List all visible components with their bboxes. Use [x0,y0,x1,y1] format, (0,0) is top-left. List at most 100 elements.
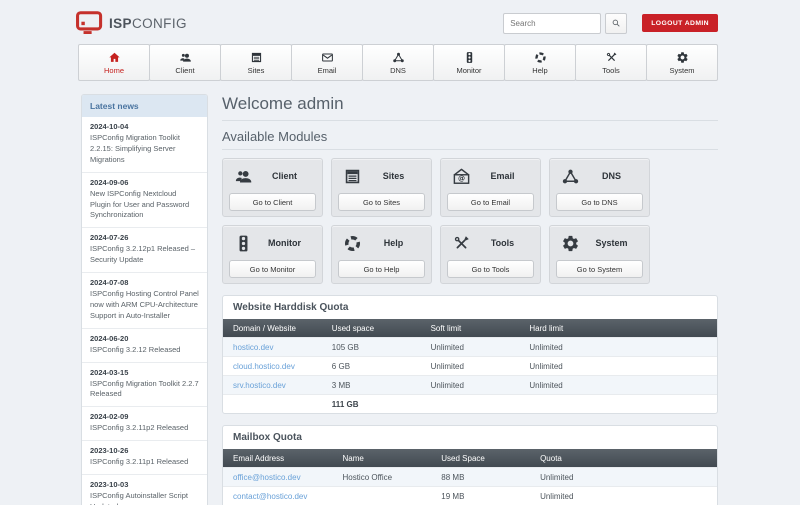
tab-home[interactable]: Home [78,44,150,81]
news-item[interactable]: 2023-10-03 ISPConfig Autoinstaller Scrip… [82,474,207,505]
tab-tools[interactable]: Tools [575,44,647,81]
hard-limit-cell: Unlimited [519,338,717,357]
latest-news-header: Latest news [82,95,207,117]
table-header-row: Domain / Website Used space Soft limit H… [223,319,717,338]
news-item[interactable]: 2024-07-08 ISPConfig Hosting Control Pan… [82,272,207,328]
hard-limit-cell: Unlimited [519,376,717,395]
dns-icon [561,167,580,186]
column-used-space: Used Space [431,449,530,468]
column-email-address: Email Address [223,449,332,468]
news-item[interactable]: 2024-06-20 ISPConfig 3.2.12 Released [82,328,207,362]
total-row: 111 GB [223,395,717,414]
quota-cell: Unlimited [530,487,717,505]
used-space-cell: 88 MB [431,468,530,487]
harddisk-quota-table: Domain / Website Used space Soft limit H… [223,319,717,413]
latest-news-panel: Latest news 2024-10-04 ISPConfig Migrati… [81,94,208,505]
module-card-dns: DNS Go to DNS [549,158,650,217]
tools-icon [605,51,618,64]
news-text: ISPConfig Migration Toolkit 2.2.7 Releas… [90,379,199,401]
news-text: ISPConfig 3.2.11p2 Released [90,423,199,434]
news-item[interactable]: 2024-10-04 ISPConfig Migration Toolkit 2… [82,117,207,172]
news-date: 2024-07-08 [90,278,199,287]
news-date: 2024-02-09 [90,412,199,421]
domain-link[interactable]: cloud.hostico.dev [233,362,295,371]
help-icon [343,234,362,253]
news-date: 2023-10-03 [90,480,199,489]
column-name: Name [332,449,431,468]
used-space-cell: 105 GB [322,338,421,357]
main-nav: Home Client Sites Email DNS Monitor Help… [78,44,718,81]
tab-client[interactable]: Client [149,44,221,81]
go-to-tools-button[interactable]: Go to Tools [447,260,534,278]
table-row: cloud.hostico.dev 6 GB Unlimited Unlimit… [223,357,717,376]
news-text: ISPConfig Migration Toolkit 2.2.15: Simp… [90,133,199,166]
module-cards: Client Go to Client Sites Go to Sites Em… [222,158,718,284]
hard-limit-cell: Unlimited [519,357,717,376]
tab-help[interactable]: Help [504,44,576,81]
email-link[interactable]: office@hostico.dev [233,473,301,482]
column-used-space: Used space [322,319,421,338]
domain-link[interactable]: srv.hostico.dev [233,381,286,390]
table-header-row: Email Address Name Used Space Quota [223,449,717,468]
news-date: 2023-10-26 [90,446,199,455]
news-date: 2024-03-15 [90,368,199,377]
news-list: 2024-10-04 ISPConfig Migration Toolkit 2… [82,117,207,505]
search-input[interactable] [503,13,601,34]
logout-button[interactable]: LOGOUT ADMIN [642,14,718,32]
tab-monitor[interactable]: Monitor [433,44,505,81]
name-cell: Hostico Office [332,468,431,487]
go-to-system-button[interactable]: Go to System [556,260,643,278]
news-item[interactable]: 2024-03-15 ISPConfig Migration Toolkit 2… [82,362,207,407]
domain-link[interactable]: hostico.dev [233,343,273,352]
tab-sites[interactable]: Sites [220,44,292,81]
content: Latest news 2024-10-04 ISPConfig Migrati… [81,94,718,505]
monitor-icon [234,234,253,253]
monitor-icon [463,51,476,64]
email-link[interactable]: contact@hostico.dev [233,492,307,501]
go-to-help-button[interactable]: Go to Help [338,260,425,278]
module-card-email: Email Go to Email [440,158,541,217]
go-to-monitor-button[interactable]: Go to Monitor [229,260,316,278]
table-row: srv.hostico.dev 3 MB Unlimited Unlimited [223,376,717,395]
client-icon [234,167,253,186]
go-to-sites-button[interactable]: Go to Sites [338,193,425,211]
news-item[interactable]: 2024-02-09 ISPConfig 3.2.11p2 Released [82,406,207,440]
go-to-dns-button[interactable]: Go to DNS [556,193,643,211]
search-button[interactable] [605,13,627,34]
column-soft-limit: Soft limit [421,319,520,338]
used-space-cell: 3 MB [322,376,421,395]
ispconfig-logo-icon [75,10,104,36]
mailbox-quota-table: Email Address Name Used Space Quota offi… [223,449,717,505]
dns-icon [392,51,405,64]
name-cell [332,487,431,505]
harddisk-quota-title: Website Harddisk Quota [223,296,717,319]
soft-limit-cell: Unlimited [421,376,520,395]
page-title: Welcome admin [222,94,718,121]
tab-email[interactable]: Email [291,44,363,81]
module-card-system: System Go to System [549,225,650,284]
tab-dns[interactable]: DNS [362,44,434,81]
column-quota: Quota [530,449,717,468]
quota-cell: Unlimited [530,468,717,487]
news-item[interactable]: 2024-09-06 New ISPConfig Nextcloud Plugi… [82,172,207,228]
tab-system[interactable]: System [646,44,718,81]
go-to-email-button[interactable]: Go to Email [447,193,534,211]
news-item[interactable]: 2024-07-26 ISPConfig 3.2.12p1 Released –… [82,227,207,272]
module-card-tools: Tools Go to Tools [440,225,541,284]
news-item[interactable]: 2023-10-26 ISPConfig 3.2.11p1 Released [82,440,207,474]
news-date: 2024-07-26 [90,233,199,242]
news-text: ISPConfig 3.2.11p1 Released [90,457,199,468]
available-modules-title: Available Modules [222,129,718,150]
website-harddisk-quota-panel: Website Harddisk Quota Domain / Website … [222,295,718,414]
news-text: ISPConfig 3.2.12 Released [90,345,199,356]
topbar-actions: LOGOUT ADMIN [503,13,718,34]
total-used-space: 111 GB [322,395,421,414]
soft-limit-cell: Unlimited [421,338,520,357]
gear-icon [676,51,689,64]
mailbox-quota-panel: Mailbox Quota Email Address Name Used Sp… [222,425,718,505]
go-to-client-button[interactable]: Go to Client [229,193,316,211]
sites-icon [250,51,263,64]
sites-icon [343,167,362,186]
news-date: 2024-06-20 [90,334,199,343]
table-row: office@hostico.dev Hostico Office 88 MB … [223,468,717,487]
